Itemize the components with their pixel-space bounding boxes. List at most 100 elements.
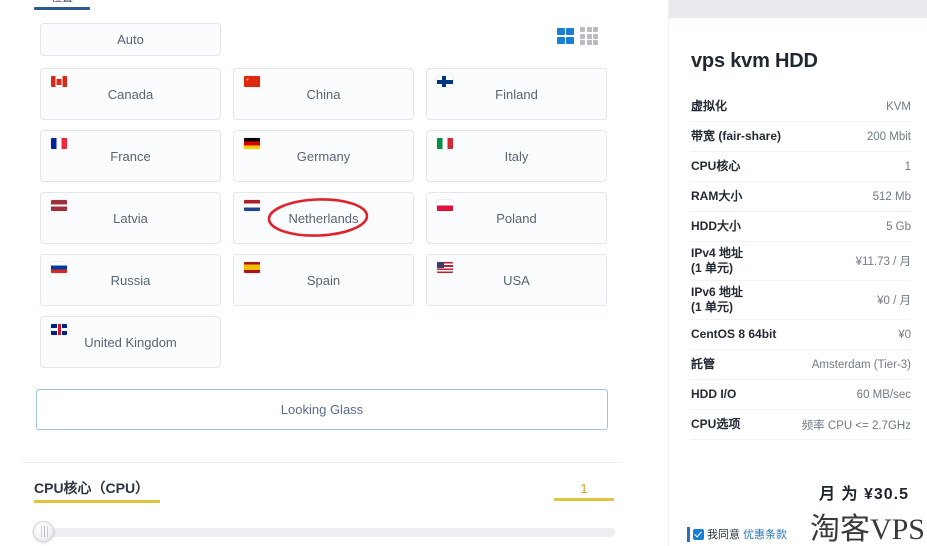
flag-fi-icon bbox=[437, 76, 453, 87]
page-root: 位置 Auto Canada China bbox=[0, 0, 927, 546]
country-card-spain[interactable]: Spain bbox=[233, 254, 414, 306]
country-grid: Canada China Finland France Germany Ital… bbox=[40, 68, 607, 368]
country-card-usa[interactable]: USA bbox=[426, 254, 607, 306]
cpu-cores-slider-handle[interactable] bbox=[33, 521, 54, 542]
country-label: USA bbox=[503, 272, 530, 288]
agreement-row[interactable]: 我同意 优惠条款 bbox=[687, 526, 787, 542]
section-divider bbox=[22, 462, 622, 463]
flag-us-icon bbox=[437, 262, 453, 273]
country-label: Russia bbox=[110, 272, 151, 288]
country-label: Spain bbox=[306, 272, 341, 288]
tab-location-label: 位置 bbox=[34, 0, 90, 4]
country-card-finland[interactable]: Finland bbox=[426, 68, 607, 120]
spec-label: HDD大小 bbox=[691, 219, 741, 233]
plan-spec-table: 虚拟化 KVM 带宽 (fair-share) 200 Mbit CPU核心 1… bbox=[691, 92, 911, 440]
country-card-china[interactable]: China bbox=[233, 68, 414, 120]
spec-row: CPU选项 频率 CPU <= 2.7GHz bbox=[691, 410, 911, 440]
spec-value: 频率 CPU <= 2.7GHz bbox=[801, 419, 911, 432]
flag-fr-icon bbox=[51, 138, 67, 149]
flag-nl-icon bbox=[244, 200, 260, 211]
view-mode-toggles bbox=[556, 27, 598, 45]
agreement-checkbox[interactable] bbox=[693, 528, 704, 540]
country-card-italy[interactable]: Italy bbox=[426, 130, 607, 182]
agreement-label: 我同意 bbox=[707, 529, 740, 541]
spec-label: HDD I/O bbox=[691, 387, 737, 401]
grid-cell bbox=[580, 33, 585, 39]
cpu-cores-slider-track[interactable] bbox=[45, 528, 615, 537]
spec-label: 託管 bbox=[691, 357, 716, 371]
country-label: Italy bbox=[504, 148, 529, 164]
grid-3-icon[interactable] bbox=[580, 27, 598, 45]
flag-de-icon bbox=[244, 138, 260, 149]
tab-active-indicator bbox=[34, 7, 90, 10]
country-card-netherlands[interactable]: Netherlands bbox=[233, 192, 414, 244]
country-label: France bbox=[110, 148, 151, 164]
flag-lv-icon bbox=[51, 200, 67, 211]
flag-ca-icon bbox=[51, 76, 67, 87]
country-label: United Kingdom bbox=[84, 334, 177, 350]
cpu-cores-section: CPU核心（CPU） 1 bbox=[33, 478, 615, 542]
plan-title: vps kvm HDD bbox=[691, 50, 818, 72]
country-card-canada[interactable]: Canada bbox=[40, 68, 221, 120]
agreement-accent-bar bbox=[687, 526, 690, 542]
country-card-france[interactable]: France bbox=[40, 130, 221, 182]
country-card-united-kingdom[interactable]: United Kingdom bbox=[40, 316, 221, 368]
grid-cell bbox=[593, 40, 598, 45]
spec-value: Amsterdam (Tier-3) bbox=[811, 358, 911, 371]
flag-ru-icon bbox=[51, 262, 67, 273]
cpu-cores-label-wrap: CPU核心（CPU） bbox=[34, 478, 160, 503]
spec-value: ¥11.73 / 月 bbox=[855, 256, 911, 268]
grid-cell bbox=[556, 28, 565, 36]
spec-value: 200 Mbit bbox=[866, 130, 911, 143]
spec-row: CPU核心 1 bbox=[691, 152, 911, 182]
spec-row: HDD大小 5 Gb bbox=[691, 212, 911, 242]
spec-label: 带宽 (fair-share) bbox=[691, 129, 782, 143]
configurator-left-pane: 位置 Auto Canada China bbox=[0, 0, 640, 546]
grid-cell bbox=[593, 27, 598, 32]
grid-cell bbox=[556, 36, 565, 44]
spec-row: HDD I/O 60 MB/sec bbox=[691, 380, 911, 410]
spec-row: IPv4 地址 (1 单元) ¥11.73 / 月 bbox=[691, 242, 911, 281]
flag-pl-icon bbox=[437, 200, 453, 211]
spec-row: CentOS 8 64bit ¥0 bbox=[691, 320, 911, 350]
country-card-russia[interactable]: Russia bbox=[40, 254, 221, 306]
grid-cell bbox=[593, 33, 598, 39]
location-auto-button[interactable]: Auto bbox=[40, 23, 221, 56]
country-card-germany[interactable]: Germany bbox=[233, 130, 414, 182]
spec-value: 512 Mb bbox=[872, 190, 911, 203]
location-auto-label: Auto bbox=[117, 32, 144, 47]
tab-location[interactable]: 位置 bbox=[34, 0, 90, 10]
looking-glass-label: Looking Glass bbox=[280, 402, 364, 417]
country-label: China bbox=[306, 86, 341, 102]
grid-cell bbox=[586, 27, 592, 32]
plan-price: 月 为 ¥30.5 bbox=[819, 486, 909, 503]
spec-label: CPU选项 bbox=[691, 417, 741, 431]
spec-label: 虚拟化 bbox=[691, 99, 728, 113]
flag-cn-icon bbox=[244, 76, 260, 87]
watermark-text: 淘客VPS bbox=[809, 513, 925, 546]
spec-value: ¥0 / 月 bbox=[877, 295, 911, 307]
spec-row: 带宽 (fair-share) 200 Mbit bbox=[691, 122, 911, 152]
spec-label: CentOS 8 64bit bbox=[691, 327, 777, 341]
spec-label: RAM大小 bbox=[691, 189, 743, 203]
spec-value: 1 bbox=[904, 160, 911, 173]
spec-row: RAM大小 512 Mb bbox=[691, 182, 911, 212]
grid-cell bbox=[580, 40, 585, 45]
grid-cell bbox=[566, 28, 574, 36]
spec-label: IPv6 地址 (1 单元) bbox=[691, 285, 744, 314]
country-card-poland[interactable]: Poland bbox=[426, 192, 607, 244]
spec-label: CPU核心 bbox=[691, 159, 741, 173]
spec-row: 虚拟化 KVM bbox=[691, 92, 911, 122]
grid-2-icon[interactable] bbox=[556, 28, 574, 44]
country-label: Poland bbox=[496, 210, 537, 226]
flag-it-icon bbox=[437, 138, 453, 149]
country-label: Netherlands bbox=[288, 210, 359, 226]
agreement-terms-link[interactable]: 优惠条款 bbox=[743, 526, 787, 542]
plan-summary-pane: vps kvm HDD 虚拟化 KVM 带宽 (fair-share) 200 … bbox=[668, 0, 927, 546]
spec-value: KVM bbox=[886, 100, 911, 113]
looking-glass-button[interactable]: Looking Glass bbox=[36, 389, 608, 430]
cpu-cores-slider[interactable] bbox=[33, 521, 616, 542]
country-label: Latvia bbox=[113, 210, 148, 226]
flag-gb-icon bbox=[51, 324, 67, 335]
country-card-latvia[interactable]: Latvia bbox=[40, 192, 221, 244]
